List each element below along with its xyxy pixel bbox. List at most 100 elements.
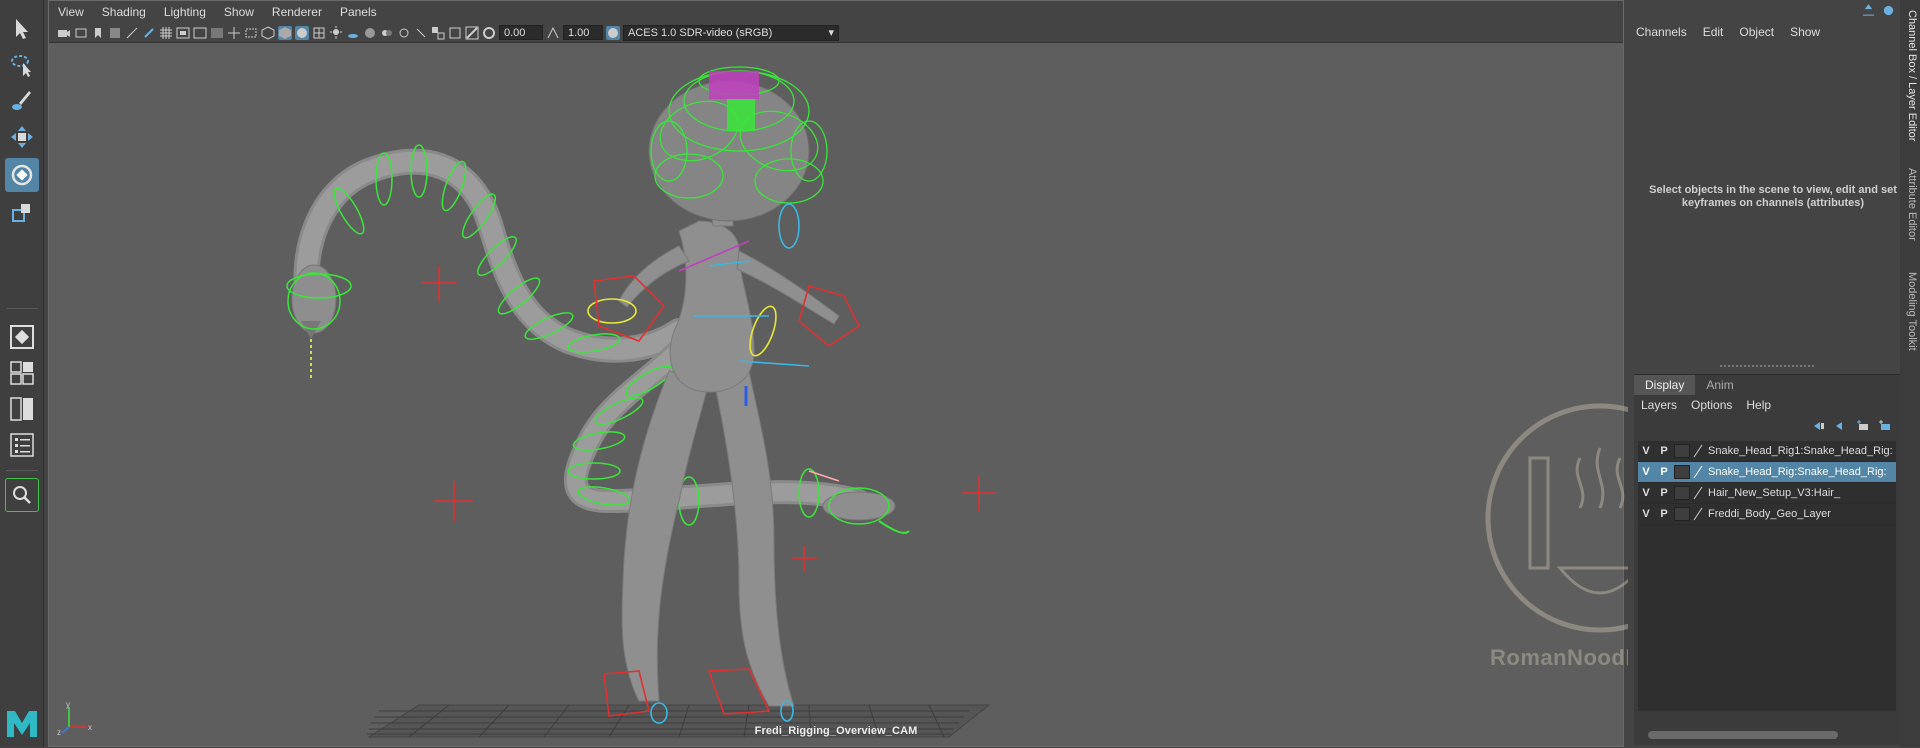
menu-lighting[interactable]: Lighting (155, 5, 215, 19)
layout-four-icon[interactable] (5, 356, 39, 390)
channel-box-panel: Channels Edit Object Show Select objects… (1628, 0, 1920, 747)
scene-view[interactable] (49, 1, 1625, 748)
channel-box-menubar: Channels Edit Object Show (1628, 20, 1898, 44)
layer-name[interactable]: Hair_New_Setup_V3:Hair_ (1708, 487, 1896, 499)
shadows-icon[interactable] (346, 26, 360, 40)
field-chart-icon[interactable] (227, 26, 241, 40)
menu-edit[interactable]: Edit (1695, 25, 1732, 39)
menu-view[interactable]: View (49, 5, 93, 19)
menu-panels[interactable]: Panels (331, 5, 386, 19)
menu-show[interactable]: Show (215, 5, 263, 19)
gamma-icon[interactable] (546, 26, 560, 40)
layer-name[interactable]: Snake_Head_Rig:Snake_Head_Rig: (1708, 466, 1896, 478)
playback-toggle[interactable]: P (1654, 508, 1674, 520)
layout-single-icon[interactable] (5, 320, 39, 354)
layer-row[interactable]: V P Snake_Head_Rig:Snake_Head_Rig: (1638, 462, 1896, 483)
slash-icon (1693, 444, 1703, 458)
xray-joints-icon[interactable] (465, 26, 479, 40)
menu-renderer[interactable]: Renderer (263, 5, 331, 19)
menu-show[interactable]: Show (1782, 25, 1828, 39)
camera-attributes-icon[interactable] (74, 26, 88, 40)
image-plane-icon[interactable] (108, 26, 122, 40)
menu-layers[interactable]: Layers (1634, 398, 1684, 412)
ambient-occlusion-icon[interactable] (363, 26, 377, 40)
move-icon[interactable] (5, 120, 39, 154)
grid-icon[interactable] (159, 26, 173, 40)
tab-channel-box-layer-editor[interactable]: Channel Box / Layer Editor (1906, 10, 1918, 141)
smooth-shade-icon[interactable] (278, 25, 292, 40)
display-type-box[interactable] (1674, 507, 1690, 521)
menu-channels[interactable]: Channels (1628, 25, 1695, 39)
safe-action-icon[interactable] (244, 26, 258, 40)
layout-two-icon[interactable] (5, 392, 39, 426)
menu-options[interactable]: Options (1684, 398, 1739, 412)
outliner-icon[interactable] (5, 428, 39, 462)
lasso-icon[interactable] (5, 48, 39, 82)
visibility-toggle[interactable]: V (1638, 508, 1654, 520)
snake-head-left[interactable] (286, 264, 352, 381)
xray-icon[interactable] (448, 26, 462, 40)
bookmark-icon[interactable] (91, 26, 105, 40)
depth-of-field-icon[interactable] (414, 26, 428, 40)
wireframe-on-shaded-icon[interactable] (295, 25, 309, 40)
paint-select-icon[interactable] (5, 84, 39, 118)
hair-controls[interactable] (648, 66, 828, 222)
display-type-box[interactable] (1674, 444, 1690, 458)
layer-row[interactable]: V P Freddi_Body_Geo_Layer (1638, 504, 1896, 525)
panel-splitter[interactable] (1720, 365, 1816, 367)
playback-toggle[interactable]: P (1654, 487, 1674, 499)
layer-row[interactable]: V P Hair_New_Setup_V3:Hair_ (1638, 483, 1896, 504)
move-layer-up-icon[interactable] (1812, 419, 1826, 433)
resolution-gate-icon[interactable] (193, 26, 207, 40)
grease-pencil-icon[interactable] (142, 26, 156, 40)
wireframe-icon[interactable] (261, 25, 275, 40)
snake-head-right[interactable] (822, 487, 910, 534)
move-tool-settings-icon[interactable] (1862, 4, 1876, 18)
exposure-input[interactable] (499, 25, 543, 40)
visibility-toggle[interactable]: V (1638, 487, 1654, 499)
new-layer-from-selected-icon[interactable] (1878, 419, 1892, 433)
rotate-icon[interactable] (5, 158, 39, 192)
menu-shading[interactable]: Shading (93, 5, 155, 19)
lights-icon[interactable] (329, 25, 343, 40)
select-arrow-icon[interactable] (5, 12, 39, 46)
isolate-select-icon[interactable] (431, 26, 445, 40)
anti-alias-icon[interactable] (397, 26, 411, 40)
visibility-toggle[interactable]: V (1638, 445, 1654, 457)
playback-toggle[interactable]: P (1654, 466, 1674, 478)
viewport-panel[interactable]: View Shading Lighting Show Renderer Pane… (48, 0, 1624, 747)
attribute-editor-icon[interactable] (1882, 4, 1896, 18)
gate-mask-icon[interactable] (210, 26, 224, 40)
layer-name[interactable]: Snake_Head_Rig1:Snake_Head_Rig: (1708, 445, 1896, 457)
horizontal-scrollbar[interactable] (1648, 731, 1838, 739)
move-layer-down-icon[interactable] (1834, 419, 1848, 433)
2d-pan-icon[interactable] (125, 26, 139, 40)
color-space-dropdown[interactable]: ACES 1.0 SDR-video (sRGB) ▾ (623, 24, 839, 41)
motion-blur-icon[interactable] (380, 26, 394, 40)
new-layer-icon[interactable] (1856, 419, 1870, 433)
tab-attribute-editor[interactable]: Attribute Editor (1906, 168, 1918, 241)
slash-icon (1693, 507, 1703, 521)
visibility-toggle[interactable]: V (1638, 466, 1654, 478)
layer-name[interactable]: Freddi_Body_Geo_Layer (1708, 508, 1896, 520)
search-icon[interactable] (5, 478, 39, 512)
tab-display[interactable]: Display (1634, 375, 1696, 395)
display-type-box[interactable] (1674, 465, 1690, 479)
camera-icon[interactable] (57, 26, 71, 40)
film-gate-icon[interactable] (176, 26, 190, 40)
layer-editor-tabs: Display Anim (1634, 375, 1745, 395)
tab-modeling-toolkit[interactable]: Modeling Toolkit (1906, 272, 1918, 351)
menu-object[interactable]: Object (1731, 25, 1782, 39)
layer-row[interactable]: V P Snake_Head_Rig1:Snake_Head_Rig: (1638, 441, 1896, 462)
menu-help[interactable]: Help (1739, 398, 1778, 412)
color-management-icon[interactable] (606, 25, 620, 40)
channel-box-hint: Select objects in the scene to view, edi… (1649, 184, 1897, 209)
toolbox-separator (6, 308, 38, 309)
playback-toggle[interactable]: P (1654, 445, 1674, 457)
scale-icon[interactable] (5, 196, 39, 230)
textured-icon[interactable] (312, 26, 326, 40)
tab-anim[interactable]: Anim (1695, 375, 1744, 395)
exposure-icon[interactable] (482, 26, 496, 40)
display-type-box[interactable] (1674, 486, 1690, 500)
gamma-input[interactable] (563, 25, 603, 40)
